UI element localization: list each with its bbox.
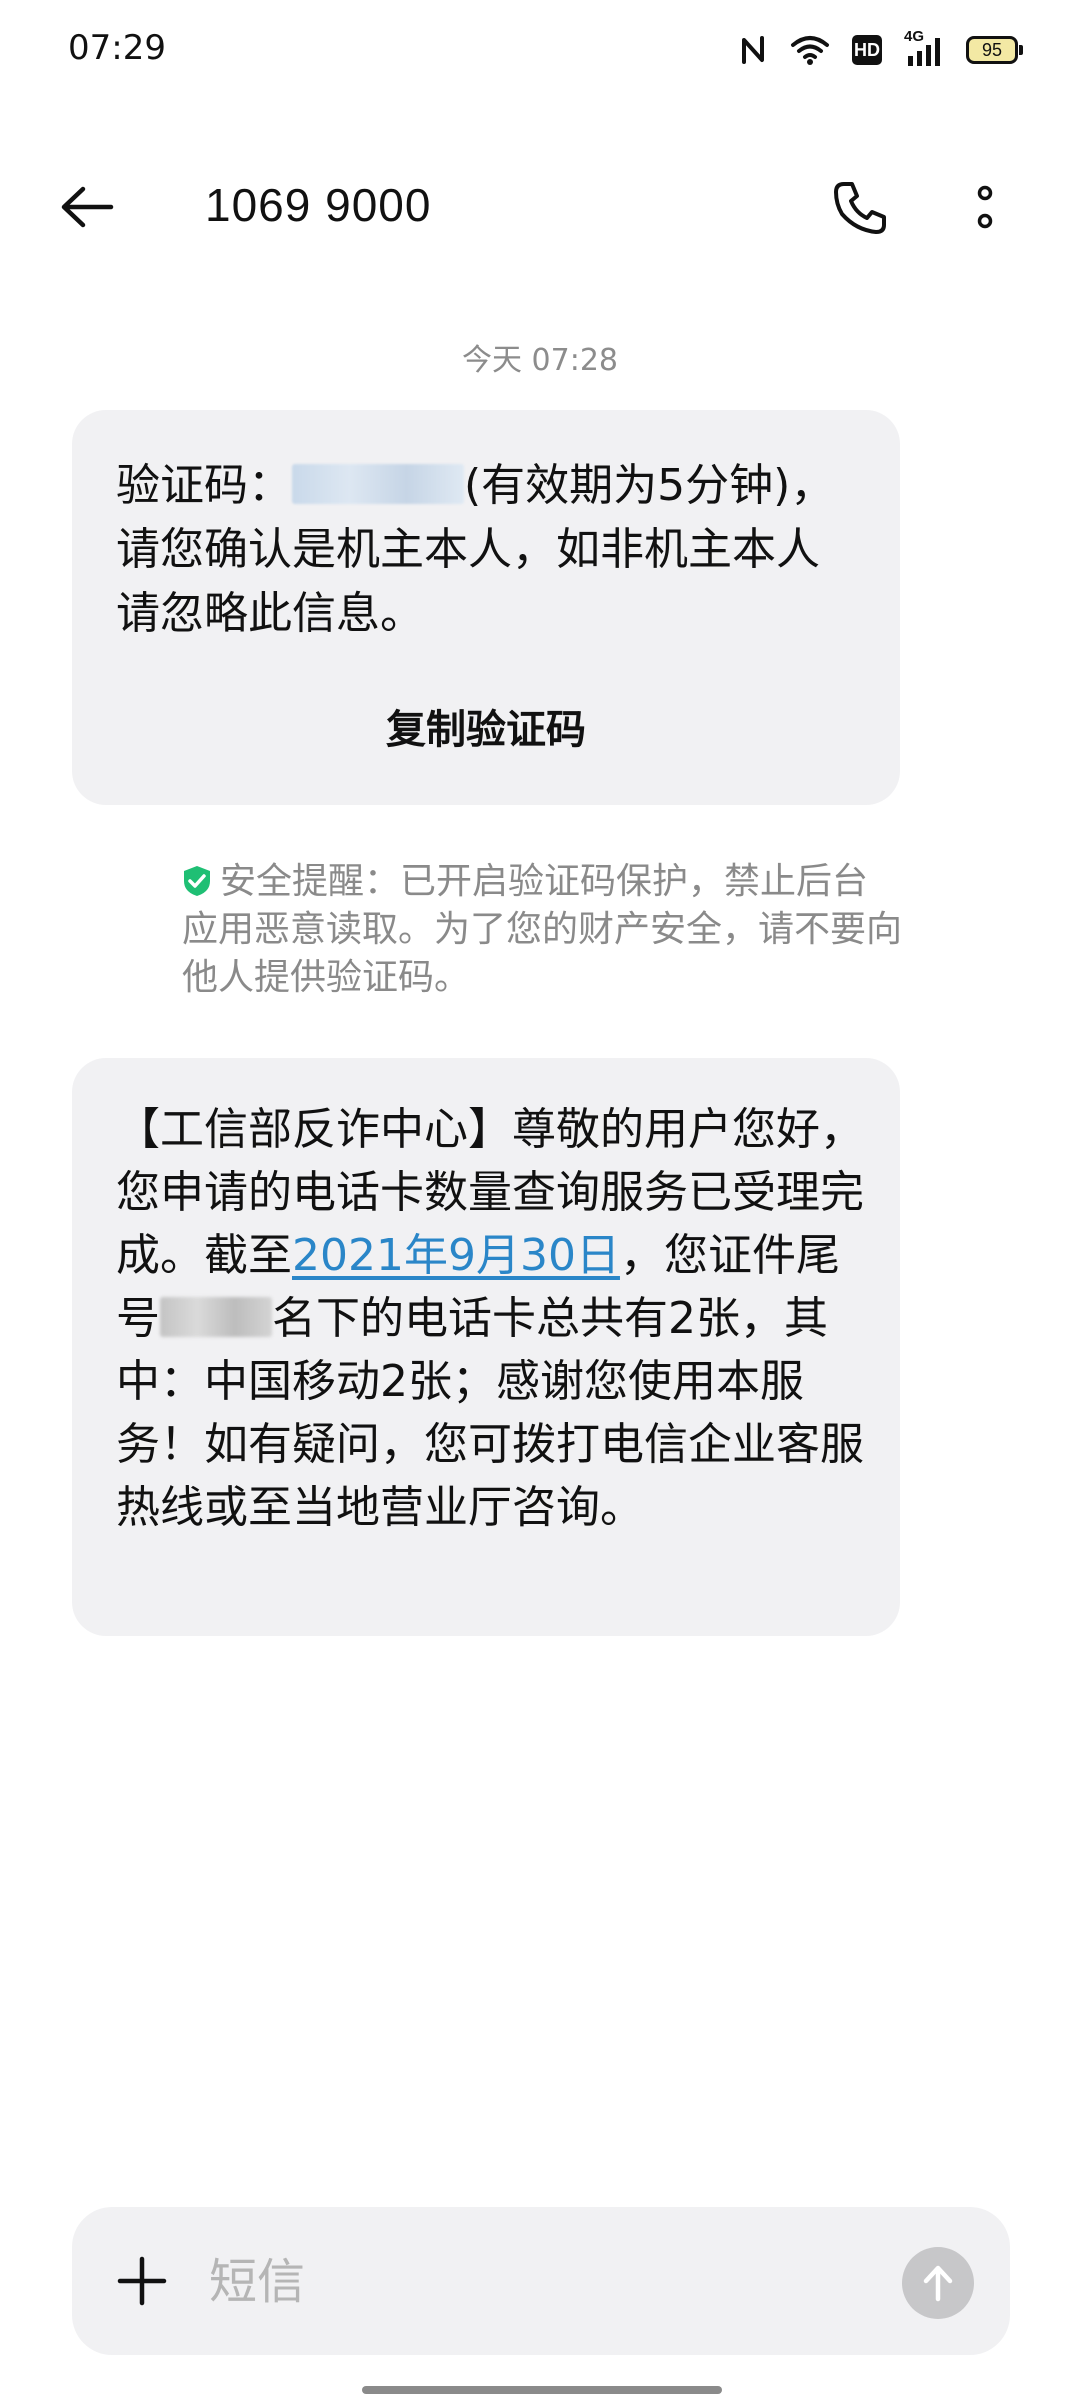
more-vertical-icon bbox=[977, 185, 993, 229]
security-notice: 安全提醒：已开启验证码保护，禁止后台应用恶意读取。为了您的财产安全，请不要向他人… bbox=[182, 858, 902, 1002]
message-text: 验证码： (有效期为5分钟)，请您确认是机主本人，如非机主本人请忽略此信息。 bbox=[116, 454, 856, 646]
battery-icon: 95 bbox=[966, 36, 1023, 64]
redacted-code bbox=[292, 464, 464, 504]
date-link[interactable]: 2021年9月30日 bbox=[292, 1230, 620, 1281]
hd-icon: HD bbox=[852, 35, 882, 65]
copy-code-button[interactable]: 复制验证码 bbox=[72, 700, 900, 760]
message-text: 【工信部反诈中心】尊敬的用户您好，您申请的电话卡数量查询服务已受理完成。截至20… bbox=[116, 1098, 866, 1539]
contact-title: 1069 9000 bbox=[205, 179, 432, 231]
message-timestamp: 今天 07:28 bbox=[462, 343, 618, 378]
status-time: 07:29 bbox=[68, 28, 166, 68]
phone-icon bbox=[834, 182, 886, 234]
battery-level: 95 bbox=[981, 39, 1003, 60]
wifi-icon bbox=[790, 34, 830, 66]
more-options-button[interactable] bbox=[950, 170, 1020, 246]
sms-input[interactable] bbox=[207, 2241, 831, 2323]
plus-icon bbox=[117, 2256, 167, 2306]
shield-check-icon bbox=[184, 866, 210, 896]
add-attachment-button[interactable] bbox=[110, 2249, 174, 2313]
message-bubble-notice[interactable]: 【工信部反诈中心】尊敬的用户您好，您申请的电话卡数量查询服务已受理完成。截至20… bbox=[72, 1058, 900, 1636]
status-bar: 07:29 HD 4G 95 bbox=[0, 0, 1080, 100]
signal-icon: 4G bbox=[904, 28, 944, 68]
home-indicator[interactable] bbox=[362, 2386, 722, 2394]
send-button[interactable] bbox=[902, 2247, 974, 2319]
send-arrow-up-icon bbox=[923, 2265, 953, 2302]
redacted-id bbox=[160, 1297, 272, 1337]
arrow-left-icon bbox=[61, 186, 114, 228]
message-bubble-verification[interactable]: 验证码： (有效期为5分钟)，请您确认是机主本人，如非机主本人请忽略此信息。 复制… bbox=[72, 410, 900, 805]
message-composer bbox=[72, 2207, 1010, 2355]
conversation-header: 1069 9000 bbox=[0, 150, 1080, 260]
status-icons: HD 4G 95 bbox=[738, 28, 1023, 72]
nfc-icon bbox=[738, 34, 768, 66]
call-button[interactable] bbox=[822, 170, 898, 246]
back-button[interactable] bbox=[52, 172, 122, 242]
message-prefix: 验证码： bbox=[116, 460, 292, 511]
messages-screen: 07:29 HD 4G 95 1069 9000 今天 07:28 验证码： (… bbox=[0, 0, 1080, 2400]
security-notice-text: 安全提醒：已开启验证码保护，禁止后台应用恶意读取。为了您的财产安全，请不要向他人… bbox=[182, 861, 903, 998]
